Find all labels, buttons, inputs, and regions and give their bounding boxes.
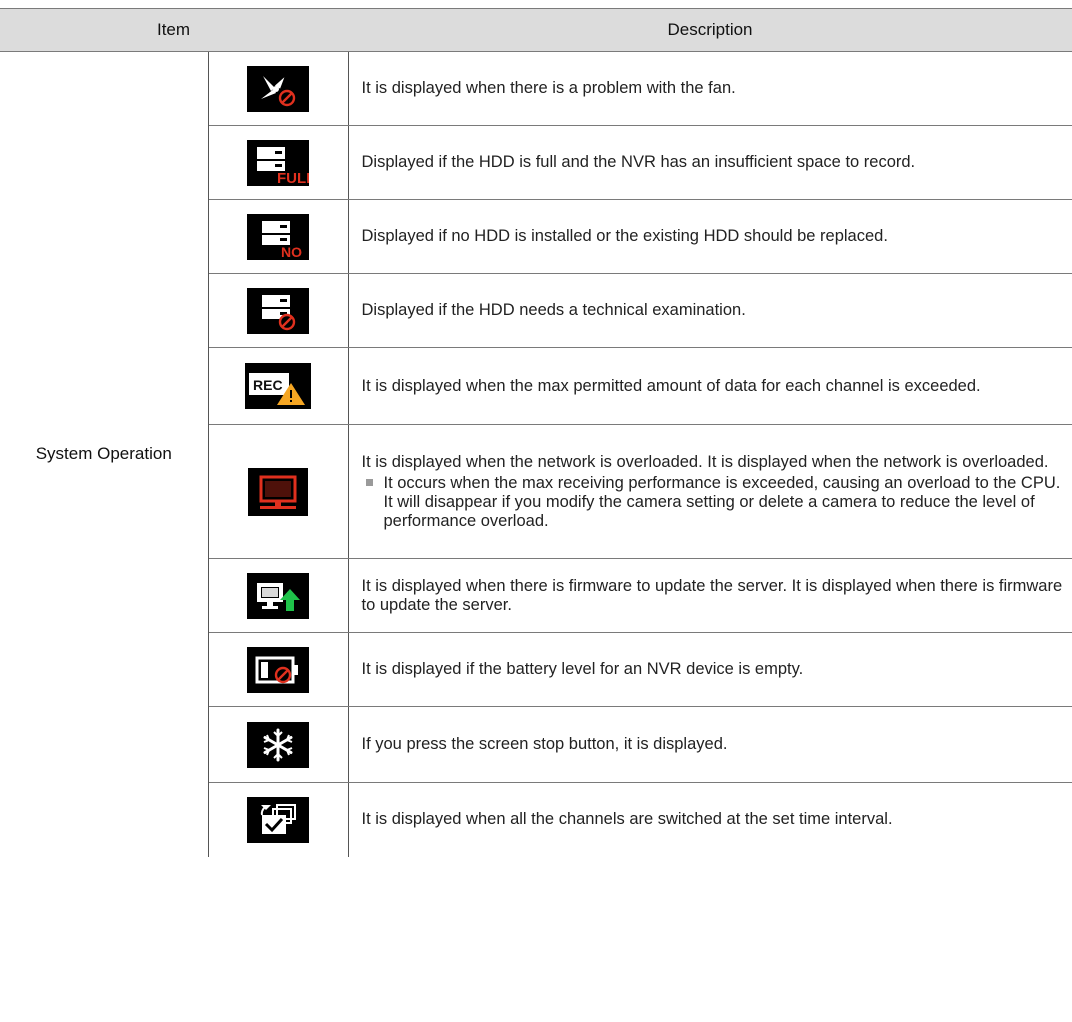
hdd-full-icon: FULL — [247, 139, 309, 186]
row-description: If you press the screen stop button, it … — [348, 706, 1072, 783]
battery-empty-icon — [247, 646, 309, 693]
rec-warning-icon: REC — [245, 363, 311, 409]
svg-text:FULL: FULL — [277, 170, 309, 186]
fan-error-icon — [247, 65, 309, 112]
sequence-switch-icon — [247, 796, 309, 843]
row-description: It is displayed when all the channels ar… — [361, 810, 893, 829]
row-description: It is displayed when there is firmware t… — [348, 558, 1072, 633]
hdd-missing-icon: NO — [247, 213, 309, 260]
firmware-update-icon — [247, 572, 309, 619]
hdd-error-icon — [247, 287, 309, 334]
network-overload-icon — [248, 467, 308, 516]
svg-text:NO: NO — [281, 244, 302, 260]
header-description: Description — [348, 8, 1072, 52]
row-description: Displayed if no HDD is installed or the … — [348, 199, 1072, 274]
row-description: It is displayed if the battery level for… — [348, 632, 1072, 707]
section-label: System Operation — [0, 51, 209, 857]
table-header-row: Item Description — [0, 8, 1072, 52]
header-item: Item — [0, 8, 348, 52]
row-description: Displayed if the HDD needs a technical e… — [348, 273, 1072, 348]
row-note: It occurs when the max receiving perform… — [362, 474, 1069, 531]
screen-freeze-icon — [247, 721, 309, 768]
row-description: It is displayed when the network is over… — [361, 452, 1049, 471]
table-row: System Operation It is displayed when th… — [0, 51, 1072, 857]
row-description: Displayed if the HDD is full and the NVR… — [348, 125, 1072, 200]
row-description: It is displayed when there is a problem … — [348, 51, 1072, 126]
note-text: It occurs when the max receiving perform… — [383, 473, 1061, 530]
svg-text:REC: REC — [253, 377, 283, 393]
icon-description-table: Item Description System Operation It is … — [0, 8, 1072, 857]
row-description: It is displayed when the max permitted a… — [348, 347, 1072, 425]
note-bullet-icon — [365, 478, 373, 486]
